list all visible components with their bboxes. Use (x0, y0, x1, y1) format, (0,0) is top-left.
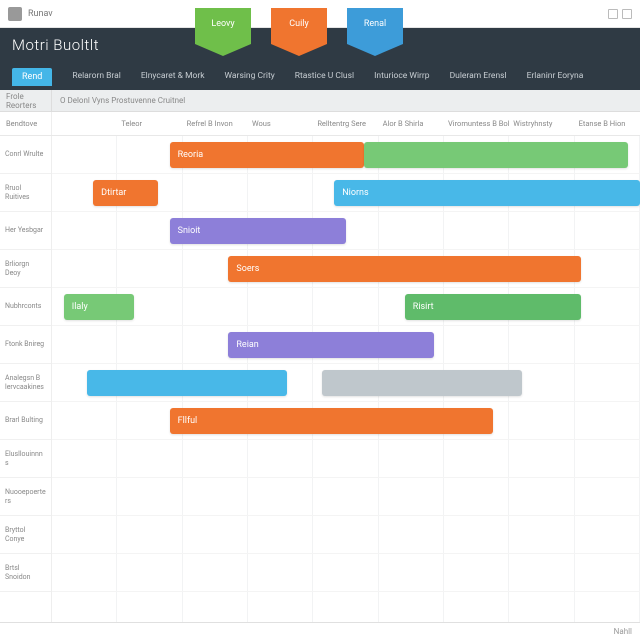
app-name: Runav (28, 9, 53, 19)
gantt-bar[interactable] (87, 370, 287, 396)
gantt-bar[interactable] (364, 142, 629, 168)
nav-item[interactable]: Rtastice U Clusl (295, 71, 354, 86)
gantt-bar[interactable] (322, 370, 522, 396)
column-header: Viromuntess B Boleboons (444, 119, 509, 128)
sidebar-row-label[interactable]: Ftonk Bnireg (0, 326, 51, 364)
nav-row: Rend Relarorn Bral Elnycaret & Mork Wars… (12, 64, 628, 86)
column-header: Alor B Shirla (379, 119, 444, 128)
gantt-row (52, 364, 640, 402)
nav-item[interactable]: Relarorn Bral (72, 71, 120, 86)
callout-tab[interactable]: Cuily (271, 8, 327, 44)
sidebar-row-label[interactable]: Conrl Wrulte (0, 136, 51, 174)
app-logo-icon (8, 7, 22, 21)
gantt-row: Reian (52, 326, 640, 364)
breadcrumb: O Delonl Vyns Prostuvenne Cruitnel (52, 96, 185, 105)
breadcrumb-bar: Frole Reorters O Delonl Vyns Prostuvenne… (0, 90, 640, 112)
gantt-row: Ilaly Risirt (52, 288, 640, 326)
nav-item[interactable]: Warsing Crity (225, 71, 275, 86)
gantt-bar[interactable]: Niorns (334, 180, 640, 206)
timeline-header: Bendtove Teleor Refrel B Invon Wous Rell… (0, 112, 640, 136)
breadcrumb[interactable]: Frole Reorters (0, 90, 52, 111)
gantt-row: Reoria (52, 136, 640, 174)
gantt-bar[interactable]: Risirt (405, 294, 581, 320)
gantt-row: Soers (52, 250, 640, 288)
column-header: Refrel B Invon (183, 119, 248, 128)
sidebar-row-label[interactable]: Nuooepoerters (0, 478, 51, 516)
gantt-bar[interactable]: Fllful (170, 408, 493, 434)
nav-item[interactable]: Duleram Erensl (450, 71, 507, 86)
callout-tab[interactable]: Renal (347, 8, 403, 44)
sidebar-row-label[interactable]: Elusllouinnns (0, 440, 51, 478)
gantt-row (52, 440, 640, 478)
gantt-row: Snioit (52, 212, 640, 250)
column-header: Bendtove (0, 112, 52, 135)
sidebar-row-label[interactable]: Rruol Ruitives (0, 174, 51, 212)
sidebar-row-label[interactable]: Brarl Bulting (0, 402, 51, 440)
status-label: Nahll (614, 627, 632, 636)
sidebar-row-label[interactable]: Brliorgn Deoy (0, 250, 51, 288)
gantt-row (52, 554, 640, 592)
sidebar-row-label[interactable]: Brtsl Snoidon (0, 554, 51, 592)
nav-item[interactable]: Inturioce Wirrp (374, 71, 429, 86)
gantt-bar[interactable]: Reian (228, 332, 434, 358)
nav-item[interactable]: Erlaninr Eoryna (527, 71, 584, 86)
sidebar-row-label[interactable]: Bryttol Conye (0, 516, 51, 554)
gantt-chart[interactable]: Reoria Dtirtar Niorns Snioit Soers Ilaly Risir… (52, 136, 640, 640)
gantt-bar[interactable]: Reoria (170, 142, 364, 168)
gantt-row (52, 516, 640, 554)
nav-tab-active[interactable]: Rend (12, 68, 52, 86)
nav-item[interactable]: Elnycaret & Mork (141, 71, 205, 86)
sidebar-row-label[interactable]: Analegsn B lervcaakines (0, 364, 51, 402)
gantt-bar[interactable]: Soers (228, 256, 581, 282)
gantt-row (52, 478, 640, 516)
gantt-bar[interactable]: Snioit (170, 218, 346, 244)
gantt-bar[interactable]: Dtirtar (93, 180, 158, 206)
column-header: Wistryhnsty (509, 119, 574, 128)
column-header: Wous (248, 119, 313, 128)
column-header: Teleor (117, 119, 182, 128)
callout-tab[interactable]: Leovy (195, 8, 251, 44)
statusbar: Nahll (0, 622, 640, 640)
column-header: Etanse B Hion (575, 119, 640, 128)
gantt-bar[interactable]: Ilaly (64, 294, 135, 320)
row-labels-sidebar: Conrl WrulteRruol RuitivesHer YesbgarBrl… (0, 136, 52, 640)
content-area: Conrl WrulteRruol RuitivesHer YesbgarBrl… (0, 136, 640, 640)
window-icon[interactable] (608, 9, 618, 19)
sidebar-row-label[interactable]: Nubhrconts (0, 288, 51, 326)
column-header: Relltentrg Sere (313, 119, 378, 128)
callout-label: Renal (364, 19, 386, 29)
window-icon[interactable] (622, 9, 632, 19)
gantt-row: Fllful (52, 402, 640, 440)
sidebar-row-label[interactable]: Her Yesbgar (0, 212, 51, 250)
callout-label: Leovy (211, 19, 234, 29)
gantt-row: Dtirtar Niorns (52, 174, 640, 212)
callout-label: Cuily (289, 19, 308, 29)
